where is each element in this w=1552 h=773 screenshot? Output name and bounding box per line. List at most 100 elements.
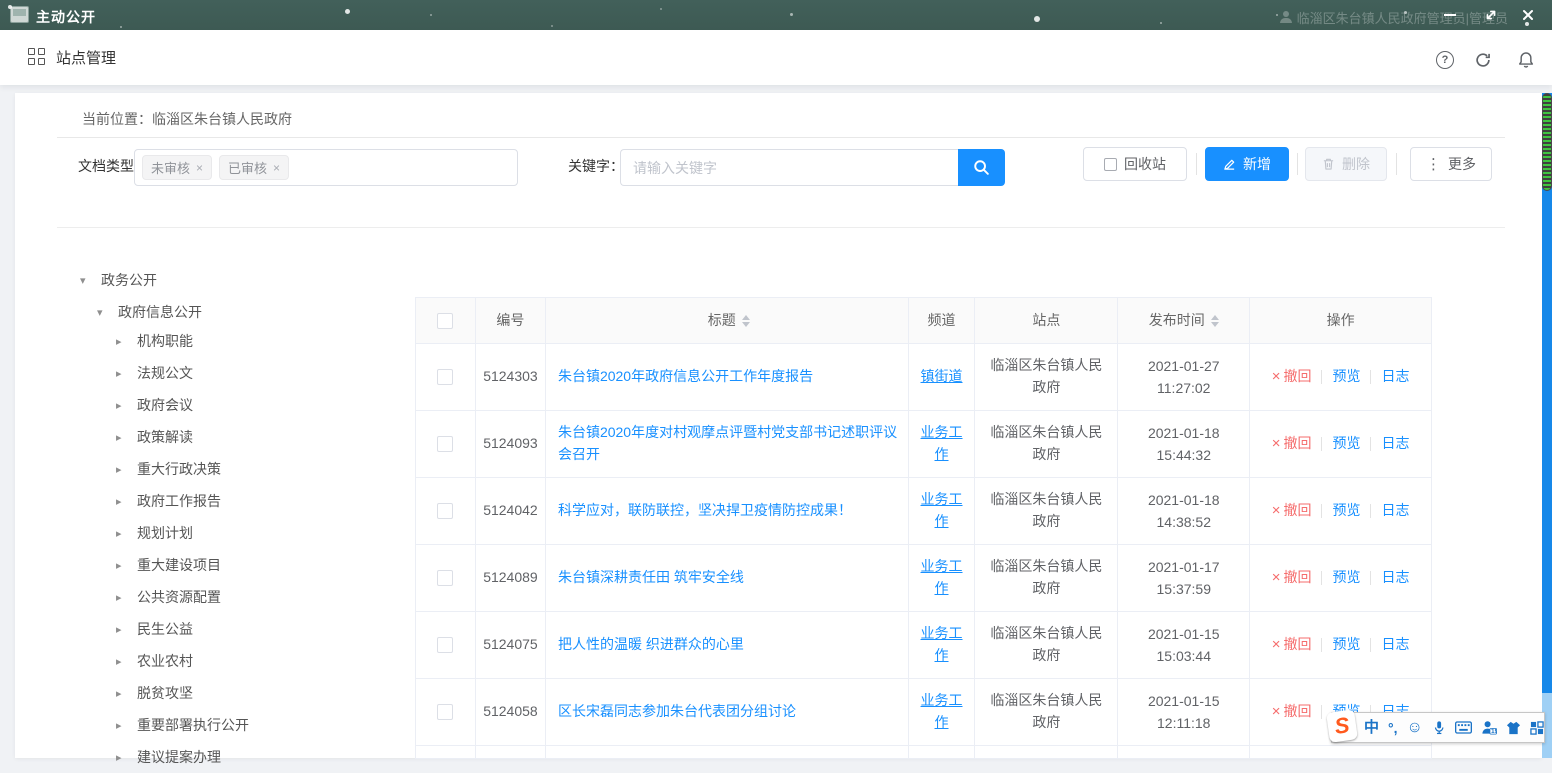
doc-title-link[interactable]: 朱台镇深耕责任田 筑牢安全线: [558, 567, 744, 589]
caret-right-icon[interactable]: ▸: [116, 751, 130, 764]
withdraw-action[interactable]: ×撤回: [1272, 700, 1312, 723]
modules-grid-icon[interactable]: [28, 48, 45, 65]
caret-right-icon[interactable]: ▸: [116, 463, 130, 476]
log-action[interactable]: 日志: [1381, 366, 1409, 388]
tree-item-7[interactable]: ▸政府工作报告: [75, 485, 415, 517]
refresh-button[interactable]: [1474, 51, 1492, 74]
row-checkbox[interactable]: [437, 503, 453, 519]
tree-item-1[interactable]: ▾政府信息公开: [75, 296, 415, 328]
account-icon[interactable]: 19: [1481, 720, 1497, 735]
caret-down-icon[interactable]: ▾: [97, 306, 111, 319]
scrollbar-thumb[interactable]: [1542, 93, 1552, 191]
column-header-channel[interactable]: 频道: [909, 298, 976, 344]
help-button[interactable]: ?: [1436, 51, 1454, 69]
caret-down-icon[interactable]: ▾: [80, 274, 94, 287]
tree-item-13[interactable]: ▸脱贫攻坚: [75, 677, 415, 709]
microphone-icon[interactable]: [1432, 720, 1446, 735]
caret-right-icon[interactable]: ▸: [116, 495, 130, 508]
doc-title-link[interactable]: 朱台镇2020年政府信息公开工作年度报告: [558, 366, 813, 388]
tree-item-6[interactable]: ▸重大行政决策: [75, 453, 415, 485]
delete-button[interactable]: 删除: [1305, 147, 1387, 181]
chinese-mode-icon[interactable]: 中: [1364, 720, 1379, 735]
log-action[interactable]: 日志: [1381, 567, 1409, 589]
column-header-publish-time[interactable]: 发布时间: [1118, 298, 1250, 344]
withdraw-action[interactable]: ×撤回: [1272, 499, 1312, 522]
punctuation-icon[interactable]: °,: [1388, 721, 1398, 735]
keyword-input[interactable]: [620, 149, 958, 186]
remove-tag-icon[interactable]: ×: [273, 161, 280, 175]
channel-link[interactable]: 镇街道: [921, 366, 963, 388]
sort-icon[interactable]: [742, 315, 750, 327]
row-checkbox[interactable]: [437, 704, 453, 720]
doc-title-link[interactable]: 区长宋磊同志参加朱台代表团分组讨论: [558, 701, 796, 723]
doc-title-link[interactable]: 把人性的温暖 织进群众的心里: [558, 634, 744, 656]
preview-action[interactable]: 预览: [1332, 366, 1360, 388]
tree-item-11[interactable]: ▸民生公益: [75, 613, 415, 645]
row-checkbox[interactable]: [437, 369, 453, 385]
caret-right-icon[interactable]: ▸: [116, 655, 130, 668]
preview-action[interactable]: 预览: [1332, 500, 1360, 522]
sort-icon[interactable]: [1211, 315, 1219, 327]
tree-item-12[interactable]: ▸农业农村: [75, 645, 415, 677]
column-header-site[interactable]: 站点: [975, 298, 1118, 344]
minimize-button[interactable]: [1440, 6, 1460, 24]
withdraw-action[interactable]: ×撤回: [1272, 432, 1312, 455]
column-header-title[interactable]: 标题: [546, 298, 909, 344]
row-checkbox[interactable]: [437, 637, 453, 653]
channel-link[interactable]: 业务工作: [917, 489, 967, 532]
maximize-button[interactable]: [1481, 6, 1501, 24]
channel-link[interactable]: 业务工作: [917, 556, 967, 599]
channel-link[interactable]: 业务工作: [917, 422, 967, 465]
doc-title-link[interactable]: 科学应对，联防联控，坚决捍卫疫情防控成果！: [558, 500, 852, 522]
caret-right-icon[interactable]: ▸: [116, 335, 130, 348]
channel-link[interactable]: 业务工作: [917, 690, 967, 733]
tree-item-3[interactable]: ▸法规公文: [75, 357, 415, 389]
tree-item-5[interactable]: ▸政策解读: [75, 421, 415, 453]
row-checkbox[interactable]: [437, 570, 453, 586]
remove-tag-icon[interactable]: ×: [196, 161, 203, 175]
add-button[interactable]: 新增: [1205, 147, 1289, 181]
caret-right-icon[interactable]: ▸: [116, 367, 130, 380]
log-action[interactable]: 日志: [1381, 634, 1409, 656]
withdraw-action[interactable]: ×撤回: [1272, 365, 1312, 388]
tree-item-15[interactable]: ▸建议提案办理: [75, 741, 415, 773]
withdraw-action[interactable]: ×撤回: [1272, 566, 1312, 589]
caret-right-icon[interactable]: ▸: [116, 399, 130, 412]
sogou-logo-icon[interactable]: S: [1326, 709, 1358, 743]
toolbox-icon[interactable]: [1530, 721, 1544, 735]
close-button[interactable]: [1518, 6, 1538, 24]
caret-right-icon[interactable]: ▸: [116, 527, 130, 540]
preview-action[interactable]: 预览: [1332, 634, 1360, 656]
select-all-checkbox[interactable]: [437, 313, 453, 329]
tree-item-10[interactable]: ▸公共资源配置: [75, 581, 415, 613]
doc-title-link[interactable]: 朱台镇2020年度对村观摩点评暨村党支部书记述职评议会召开: [558, 422, 900, 465]
log-action[interactable]: 日志: [1381, 500, 1409, 522]
recycle-bin-button[interactable]: 回收站: [1083, 147, 1187, 181]
doc-type-select[interactable]: 未审核 × 已审核 ×: [134, 149, 518, 186]
preview-action[interactable]: 预览: [1332, 567, 1360, 589]
skin-icon[interactable]: [1506, 721, 1521, 735]
tree-item-9[interactable]: ▸重大建设项目: [75, 549, 415, 581]
withdraw-action[interactable]: ×撤回: [1272, 633, 1312, 656]
tree-item-0[interactable]: ▾政务公开: [75, 264, 415, 296]
caret-right-icon[interactable]: ▸: [116, 687, 130, 700]
tree-item-14[interactable]: ▸重要部署执行公开: [75, 709, 415, 741]
column-header-id[interactable]: 编号: [476, 298, 546, 344]
scrollbar-track[interactable]: [1542, 93, 1552, 758]
caret-right-icon[interactable]: ▸: [116, 623, 130, 636]
search-button[interactable]: [958, 149, 1005, 186]
tree-item-2[interactable]: ▸机构职能: [75, 325, 415, 357]
log-action[interactable]: 日志: [1381, 433, 1409, 455]
row-checkbox[interactable]: [437, 436, 453, 452]
caret-right-icon[interactable]: ▸: [116, 591, 130, 604]
keyboard-icon[interactable]: [1455, 721, 1472, 734]
caret-right-icon[interactable]: ▸: [116, 559, 130, 572]
emoji-icon[interactable]: ☺: [1407, 720, 1423, 736]
notifications-button[interactable]: [1517, 51, 1535, 74]
channel-link[interactable]: 业务工作: [917, 623, 967, 666]
preview-action[interactable]: 预览: [1332, 433, 1360, 455]
tree-item-8[interactable]: ▸规划计划: [75, 517, 415, 549]
more-button[interactable]: ⋮ 更多: [1410, 147, 1492, 181]
caret-right-icon[interactable]: ▸: [116, 719, 130, 732]
caret-right-icon[interactable]: ▸: [116, 431, 130, 444]
